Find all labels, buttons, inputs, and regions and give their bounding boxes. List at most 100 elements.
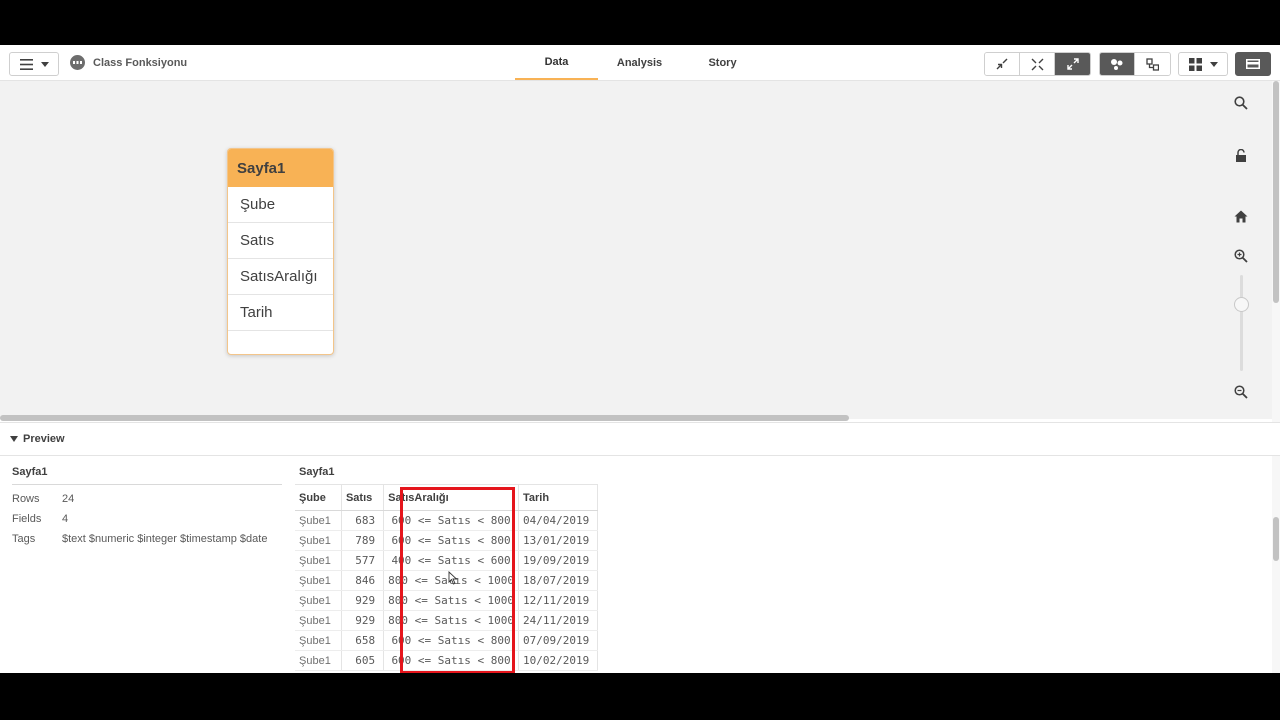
table-row: Şube1 929 800 <= Satıs < 1000 12/11/2019 bbox=[295, 590, 599, 611]
split-button[interactable] bbox=[1020, 53, 1055, 75]
table-view-icon bbox=[1146, 57, 1159, 71]
preview-header[interactable]: Preview bbox=[0, 422, 1280, 456]
column-header-satis[interactable]: Satıs bbox=[341, 484, 385, 511]
cell-tarih: 24/11/2019 bbox=[518, 610, 599, 631]
tab-analysis[interactable]: Analysis bbox=[598, 45, 681, 80]
table-row: Şube1 683 600 <= Satıs < 800 04/04/2019 bbox=[295, 510, 599, 531]
table-card-title: Sayfa1 bbox=[228, 149, 333, 187]
associations-view-button[interactable] bbox=[1100, 53, 1135, 75]
tags-value: $text $numeric $integer $timestamp $date bbox=[62, 533, 268, 545]
cell-satisaraligi: 600 <= Satıs < 800 bbox=[383, 650, 519, 671]
grid-menu-button[interactable] bbox=[1178, 52, 1228, 76]
cell-tarih: 19/09/2019 bbox=[518, 550, 599, 571]
expand-button[interactable] bbox=[1055, 53, 1090, 75]
cell-satis: 789 bbox=[341, 530, 385, 551]
collapse-icon bbox=[996, 58, 1008, 70]
cell-sube: Şube1 bbox=[295, 650, 342, 671]
zoom-in-icon bbox=[1234, 249, 1248, 263]
table-row: Şube1 605 600 <= Satıs < 800 10/02/2019 bbox=[295, 650, 599, 671]
column-header-satisaraligi[interactable]: SatısAralığı bbox=[383, 484, 519, 511]
home-icon bbox=[1234, 210, 1248, 222]
app-icon bbox=[70, 55, 85, 70]
cell-satis: 929 bbox=[341, 590, 385, 611]
data-manager-app: Class Fonksiyonu Data Analysis Story Say… bbox=[0, 45, 1280, 673]
rows-label: Rows bbox=[12, 493, 40, 505]
table-row: Şube1 929 800 <= Satıs < 1000 24/11/2019 bbox=[295, 610, 599, 631]
table-field-satis[interactable]: Satıs bbox=[228, 223, 333, 259]
table-card-sayfa1[interactable]: Sayfa1 Şube Satıs SatısAralığı Tarih bbox=[227, 148, 334, 355]
zoom-in-button[interactable] bbox=[1233, 248, 1249, 264]
cell-satis: 846 bbox=[341, 570, 385, 591]
metadata-fields: Fields 4 bbox=[12, 513, 282, 525]
tables-view-button[interactable] bbox=[1135, 53, 1170, 75]
metadata-title: Sayfa1 bbox=[12, 466, 282, 485]
scrollbar-thumb[interactable] bbox=[1273, 81, 1279, 303]
caret-down-icon bbox=[40, 61, 49, 67]
cell-satisaraligi: 800 <= Satıs < 1000 bbox=[383, 590, 519, 611]
column-header-tarih[interactable]: Tarih bbox=[518, 484, 599, 511]
hamburger-icon bbox=[19, 58, 33, 70]
cell-satisaraligi: 600 <= Satıs < 800 bbox=[383, 630, 519, 651]
home-button[interactable] bbox=[1233, 208, 1249, 224]
cell-tarih: 10/02/2019 bbox=[518, 650, 599, 671]
tab-story[interactable]: Story bbox=[681, 45, 764, 80]
zoom-out-button[interactable] bbox=[1233, 384, 1249, 400]
metadata-rows: Rows 24 bbox=[12, 493, 282, 505]
cell-sube: Şube1 bbox=[295, 630, 342, 651]
canvas-horizontal-scrollbar[interactable] bbox=[0, 415, 849, 421]
unlock-icon bbox=[1236, 149, 1246, 162]
data-model-canvas[interactable]: Sayfa1 Şube Satıs SatısAralığı Tarih bbox=[0, 81, 1272, 419]
table-row: Şube1 789 600 <= Satıs < 800 13/01/2019 bbox=[295, 530, 599, 551]
collapse-button[interactable] bbox=[985, 53, 1020, 75]
table-field-tarih[interactable]: Tarih bbox=[228, 295, 333, 331]
toggle-panel-button[interactable] bbox=[1235, 52, 1271, 76]
table-header-row: Şube Satıs SatısAralığı Tarih bbox=[295, 484, 599, 511]
cell-satisaraligi: 600 <= Satıs < 800 bbox=[383, 510, 519, 531]
zoom-slider-handle[interactable] bbox=[1234, 297, 1249, 312]
tags-label: Tags bbox=[12, 533, 36, 545]
lock-button[interactable] bbox=[1233, 148, 1249, 164]
preview-label: Preview bbox=[23, 433, 65, 445]
cell-sube: Şube1 bbox=[295, 570, 342, 591]
cell-satis: 683 bbox=[341, 510, 385, 531]
table-row: Şube1 577 400 <= Satıs < 600 19/09/2019 bbox=[295, 550, 599, 571]
column-header-sube[interactable]: Şube bbox=[295, 484, 342, 511]
zoom-slider-track[interactable] bbox=[1240, 275, 1243, 371]
rows-value: 24 bbox=[62, 493, 75, 505]
canvas-tools bbox=[1212, 81, 1272, 419]
page-vertical-scrollbar[interactable] bbox=[1272, 81, 1280, 673]
panel-icon bbox=[1246, 59, 1260, 69]
expand-icon bbox=[1066, 58, 1079, 70]
scrollbar-thumb[interactable] bbox=[1273, 517, 1279, 561]
table-field-sube[interactable]: Şube bbox=[228, 187, 333, 223]
cell-tarih: 04/04/2019 bbox=[518, 510, 599, 531]
app-title: Class Fonksiyonu bbox=[93, 56, 188, 69]
cell-sube: Şube1 bbox=[295, 510, 342, 531]
caret-down-icon bbox=[1209, 61, 1218, 67]
table-row: Şube1 658 600 <= Satıs < 800 07/09/2019 bbox=[295, 630, 599, 651]
tab-data[interactable]: Data bbox=[515, 45, 598, 80]
cell-sube: Şube1 bbox=[295, 610, 342, 631]
table-row: Şube1 846 800 <= Satıs < 1000 18/07/2019 bbox=[295, 570, 599, 591]
fields-label: Fields bbox=[12, 513, 42, 525]
cell-satisaraligi: 600 <= Satıs < 800 bbox=[383, 530, 519, 551]
cell-satis: 605 bbox=[341, 650, 385, 671]
cell-satis: 577 bbox=[341, 550, 385, 571]
app-title-group: Class Fonksiyonu bbox=[70, 55, 187, 70]
metadata-tags: Tags $text $numeric $integer $timestamp … bbox=[12, 533, 282, 545]
cell-tarih: 18/07/2019 bbox=[518, 570, 599, 591]
table-metadata: Sayfa1 Rows 24 Fields 4 Tags $text $nume… bbox=[12, 466, 282, 545]
navigation-menu-button[interactable] bbox=[9, 52, 59, 76]
caret-down-icon bbox=[10, 436, 18, 442]
cell-sube: Şube1 bbox=[295, 530, 342, 551]
zoom-out-icon bbox=[1234, 385, 1248, 399]
split-icon bbox=[1031, 58, 1043, 70]
cell-satisaraligi: 800 <= Satıs < 1000 bbox=[383, 610, 519, 631]
search-button[interactable] bbox=[1233, 95, 1249, 111]
bubbles-icon bbox=[1111, 59, 1123, 70]
cell-tarih: 07/09/2019 bbox=[518, 630, 599, 651]
cell-tarih: 12/11/2019 bbox=[518, 590, 599, 611]
grid-icon bbox=[1188, 57, 1202, 71]
preview-data-table: Şube Satıs SatısAralığı Tarih Şube1 683 … bbox=[295, 484, 599, 671]
table-field-satisaraligi[interactable]: SatısAralığı bbox=[228, 259, 333, 295]
